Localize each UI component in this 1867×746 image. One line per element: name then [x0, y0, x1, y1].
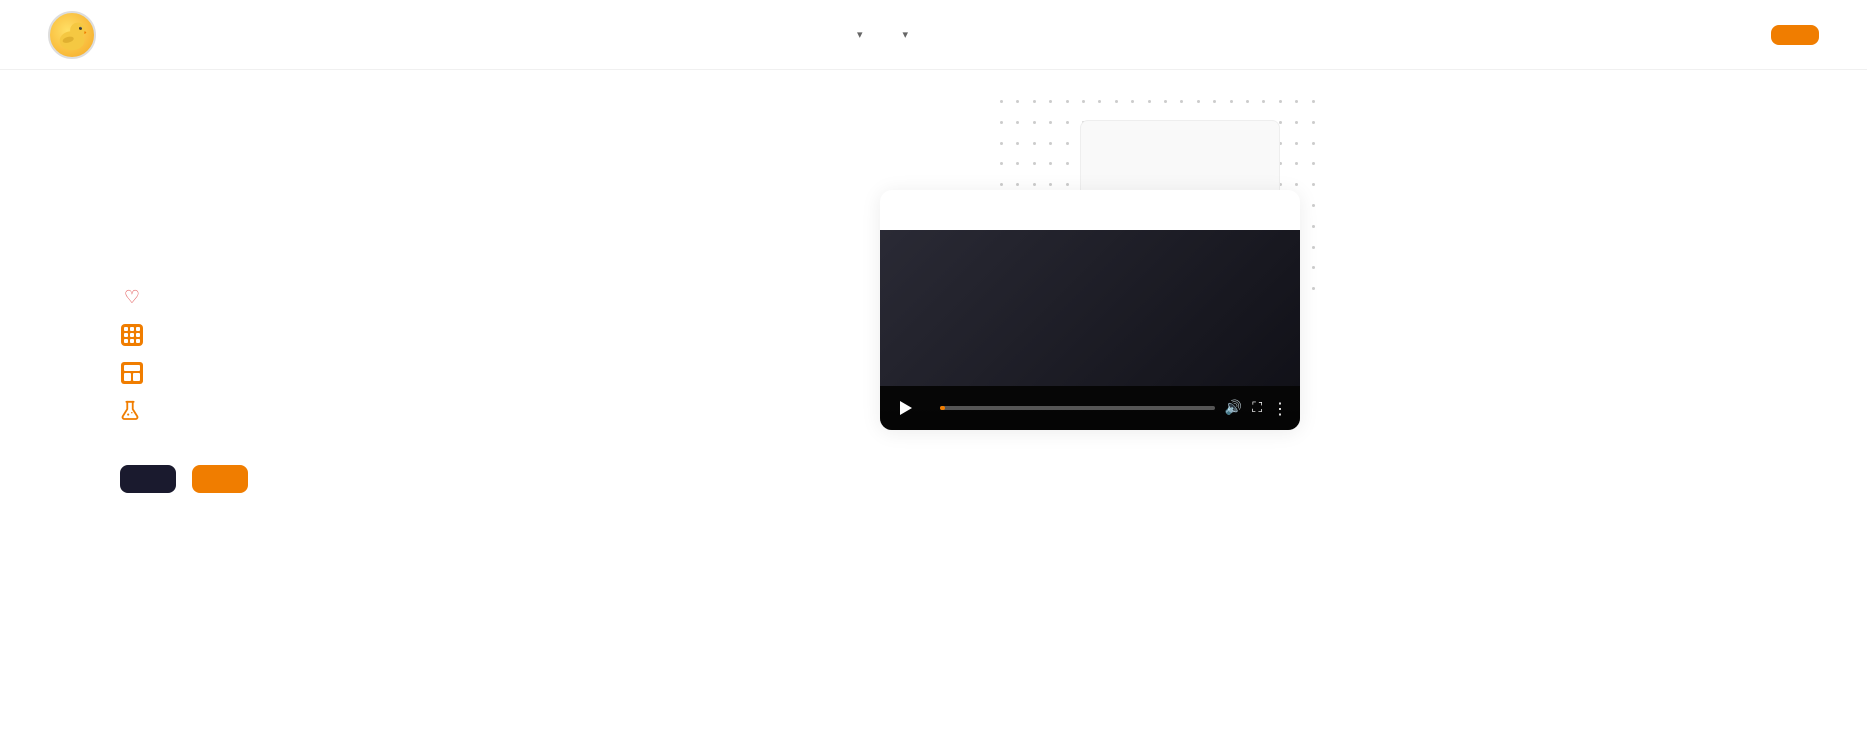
dot — [1066, 183, 1069, 186]
dot — [1016, 162, 1019, 165]
grid-icon — [120, 323, 144, 347]
dot — [1312, 121, 1315, 124]
heart-icon: ♡ — [120, 285, 144, 309]
dot — [1033, 100, 1036, 103]
volume-icon[interactable]: 🔊 — [1225, 400, 1242, 416]
dot — [1066, 121, 1069, 124]
chevron-down-icon: ▾ — [857, 28, 863, 41]
nav-explore[interactable]: ▾ — [885, 20, 923, 49]
feature-item-community — [120, 399, 820, 421]
feature-item-apis — [120, 323, 820, 347]
dot — [1246, 100, 1249, 103]
dot — [1033, 183, 1036, 186]
main-content: ♡ — [0, 70, 1867, 746]
dot — [1312, 225, 1315, 228]
signup-button[interactable] — [1771, 25, 1819, 45]
dot — [1000, 162, 1003, 165]
dot — [1016, 100, 1019, 103]
dot — [1312, 100, 1315, 103]
hero-left: ♡ — [120, 130, 820, 493]
dot — [1066, 100, 1069, 103]
dot — [1279, 100, 1282, 103]
dot — [1066, 142, 1069, 145]
dot — [1098, 100, 1101, 103]
hero-right: // We'll generate dots inline const dg =… — [880, 130, 1300, 430]
video-card-header — [880, 190, 1300, 230]
dot — [1082, 100, 1085, 103]
features-list: ♡ — [120, 285, 820, 421]
logo-duck-icon — [48, 11, 96, 59]
dot — [1279, 121, 1282, 124]
signin-button[interactable] — [1727, 27, 1759, 43]
header-actions — [1727, 25, 1819, 45]
cta-buttons — [120, 465, 820, 493]
nav-developers[interactable] — [966, 27, 994, 43]
dot — [1295, 100, 1298, 103]
dot — [1033, 162, 1036, 165]
dot — [1295, 142, 1298, 145]
dot — [1295, 121, 1298, 124]
dot — [1033, 142, 1036, 145]
dot — [1049, 142, 1052, 145]
flask-icon — [120, 399, 140, 421]
dot — [1164, 100, 1167, 103]
talk-to-sales-button[interactable] — [192, 465, 248, 493]
video-player: 🔊 ⛶ ⋮ — [880, 230, 1300, 430]
play-button[interactable] — [892, 394, 920, 422]
hero-title — [120, 170, 820, 249]
dot — [1000, 100, 1003, 103]
feature-item-clone — [120, 361, 820, 385]
dot — [1000, 183, 1003, 186]
video-frame — [880, 230, 1300, 386]
dot — [1049, 100, 1052, 103]
dot — [1312, 266, 1315, 269]
dot — [1033, 121, 1036, 124]
feature-item-voiceovers: ♡ — [120, 285, 820, 309]
dot — [1148, 100, 1151, 103]
progress-bar[interactable] — [940, 406, 1215, 410]
nav-create[interactable]: ▾ — [839, 20, 877, 49]
dot — [1049, 121, 1052, 124]
fullscreen-icon[interactable]: ⛶ — [1252, 400, 1262, 416]
dot — [1262, 100, 1265, 103]
dot — [1000, 142, 1003, 145]
header: ▾ ▾ — [0, 0, 1867, 70]
dot — [1312, 183, 1315, 186]
dot — [1016, 121, 1019, 124]
dot — [1049, 183, 1052, 186]
nav-pricing[interactable] — [930, 27, 958, 43]
main-nav: ▾ ▾ — [839, 20, 994, 49]
dot — [1066, 162, 1069, 165]
dot — [1016, 183, 1019, 186]
video-controls: 🔊 ⛶ ⋮ — [880, 386, 1300, 430]
dot — [1016, 142, 1019, 145]
dot-card-overlay — [1080, 120, 1280, 200]
dot — [1295, 183, 1298, 186]
dot — [1230, 100, 1233, 103]
progress-fill — [940, 406, 945, 410]
logo[interactable] — [48, 11, 106, 59]
dot — [1115, 100, 1118, 103]
dot — [1312, 162, 1315, 165]
dot — [1049, 162, 1052, 165]
chevron-down-icon: ▾ — [903, 28, 909, 41]
dot — [1312, 287, 1315, 290]
more-options-icon[interactable]: ⋮ — [1272, 399, 1288, 418]
dot — [1180, 100, 1183, 103]
play-icon — [900, 401, 912, 415]
dot — [1312, 246, 1315, 249]
dot — [1213, 100, 1216, 103]
layout-icon — [120, 361, 144, 385]
get-started-button[interactable] — [120, 465, 176, 493]
dot — [1197, 100, 1200, 103]
dot — [1131, 100, 1134, 103]
dot — [1312, 142, 1315, 145]
dot — [1000, 121, 1003, 124]
dot — [1312, 204, 1315, 207]
dot — [1295, 162, 1298, 165]
video-card: 🔊 ⛶ ⋮ — [880, 190, 1300, 430]
